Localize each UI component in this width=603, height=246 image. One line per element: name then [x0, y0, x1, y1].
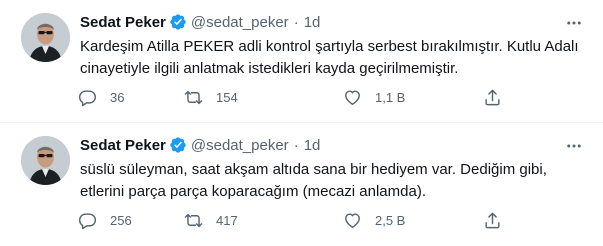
reply-count: 256: [110, 212, 132, 228]
tweet[interactable]: Sedat Peker @sedat_peker · 1d Kardeşim A…: [0, 0, 603, 123]
retweet-icon: [184, 211, 203, 230]
avatar-image: [21, 13, 70, 62]
author-name[interactable]: Sedat Peker: [80, 14, 166, 31]
tweet-header: Sedat Peker @sedat_peker · 1d: [80, 12, 583, 32]
share-button[interactable]: [483, 209, 502, 231]
author-handle[interactable]: @sedat_peker: [191, 137, 289, 154]
tweet-actions: 36 154 1,1 B: [78, 86, 518, 108]
reply-icon: [78, 88, 97, 107]
timeline: Sedat Peker @sedat_peker · 1d Kardeşim A…: [0, 0, 603, 246]
tweet-text-line: Kardeşim Atilla PEKER adli kontrol şartı…: [80, 38, 579, 55]
reply-button[interactable]: 256: [78, 209, 132, 231]
tweet-text: süslü süleyman, saat akşam altıda sana b…: [80, 159, 585, 203]
reply-button[interactable]: 36: [78, 86, 124, 108]
verified-badge-icon: [169, 136, 187, 154]
reply-count: 36: [110, 89, 125, 105]
avatar[interactable]: [21, 136, 70, 185]
like-count: 1,1 B: [375, 89, 406, 105]
separator-dot: ·: [293, 13, 299, 31]
author-handle[interactable]: @sedat_peker: [191, 14, 289, 31]
like-button[interactable]: 2,5 B: [343, 209, 405, 231]
more-icon[interactable]: [563, 12, 585, 34]
tweet[interactable]: Sedat Peker @sedat_peker · 1d süslü süle…: [0, 123, 603, 246]
retweet-count: 154: [216, 89, 238, 105]
retweet-icon: [184, 88, 203, 107]
tweet-text-line: cinayetiyle ilgili anlatmak istedikleri …: [80, 60, 459, 77]
retweet-button[interactable]: 417: [184, 209, 238, 231]
timestamp[interactable]: 1d: [304, 14, 321, 31]
retweet-count: 417: [216, 212, 238, 228]
share-icon: [483, 211, 502, 230]
tweet-text-line: süslü süleyman, saat akşam altıda sana b…: [80, 161, 547, 178]
tweet-header: Sedat Peker @sedat_peker · 1d: [80, 135, 583, 155]
author-name[interactable]: Sedat Peker: [80, 137, 166, 154]
tweet-text-line: etlerini parça parça koparacağım (mecazi…: [80, 183, 426, 200]
share-button[interactable]: [483, 86, 502, 108]
like-icon: [343, 211, 362, 230]
verified-badge-icon: [169, 13, 187, 31]
tweet-text: Kardeşim Atilla PEKER adli kontrol şartı…: [80, 36, 585, 80]
more-icon[interactable]: [563, 135, 585, 157]
timestamp[interactable]: 1d: [304, 137, 321, 154]
tweet-actions: 256 417 2,5 B: [78, 209, 518, 231]
like-button[interactable]: 1,1 B: [343, 86, 405, 108]
avatar-image: [21, 136, 70, 185]
like-icon: [343, 88, 362, 107]
like-count: 2,5 B: [375, 212, 406, 228]
retweet-button[interactable]: 154: [184, 86, 238, 108]
separator-dot: ·: [293, 136, 299, 154]
share-icon: [483, 88, 502, 107]
reply-icon: [78, 211, 97, 230]
avatar[interactable]: [21, 13, 70, 62]
